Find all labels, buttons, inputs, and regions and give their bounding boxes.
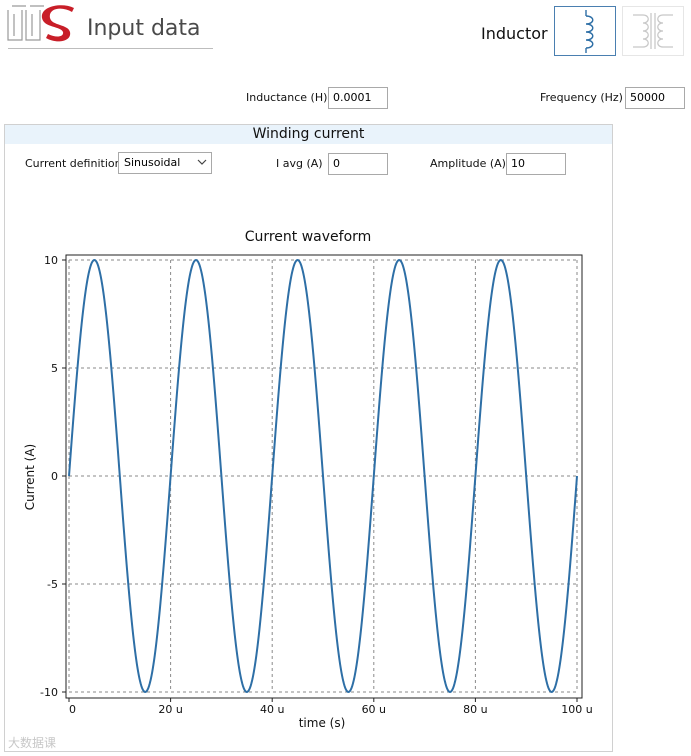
current-definition-value: Sinusoidal <box>124 156 181 169</box>
winding-current-panel <box>4 124 613 752</box>
inductance-input[interactable]: 0.0001 <box>328 87 388 109</box>
app-logo <box>7 5 74 42</box>
iavg-label: I avg (A) <box>276 157 323 170</box>
amplitude-label: Amplitude (A) <box>430 157 506 170</box>
watermark: 大数据课 <box>8 736 57 750</box>
chevron-down-icon <box>197 159 207 165</box>
title-divider <box>8 48 213 49</box>
transformer-icon <box>633 13 673 49</box>
frequency-label: Frequency (Hz) <box>540 91 623 104</box>
iavg-input[interactable]: 0 <box>328 153 388 175</box>
frequency-input[interactable]: 50000 <box>625 87 685 109</box>
component-type-label: Inductor <box>481 24 548 43</box>
winding-current-header: Winding current <box>5 125 612 144</box>
amplitude-input[interactable]: 10 <box>506 153 566 175</box>
current-definition-label: Current definition <box>25 157 122 170</box>
current-definition-select[interactable]: Sinusoidal <box>118 152 212 174</box>
inductance-label: Inductance (H) <box>246 91 328 104</box>
inductor-button[interactable] <box>554 6 616 56</box>
transformer-button[interactable] <box>622 6 684 56</box>
inductor-icon <box>585 10 594 53</box>
page-title: Input data <box>87 16 201 41</box>
